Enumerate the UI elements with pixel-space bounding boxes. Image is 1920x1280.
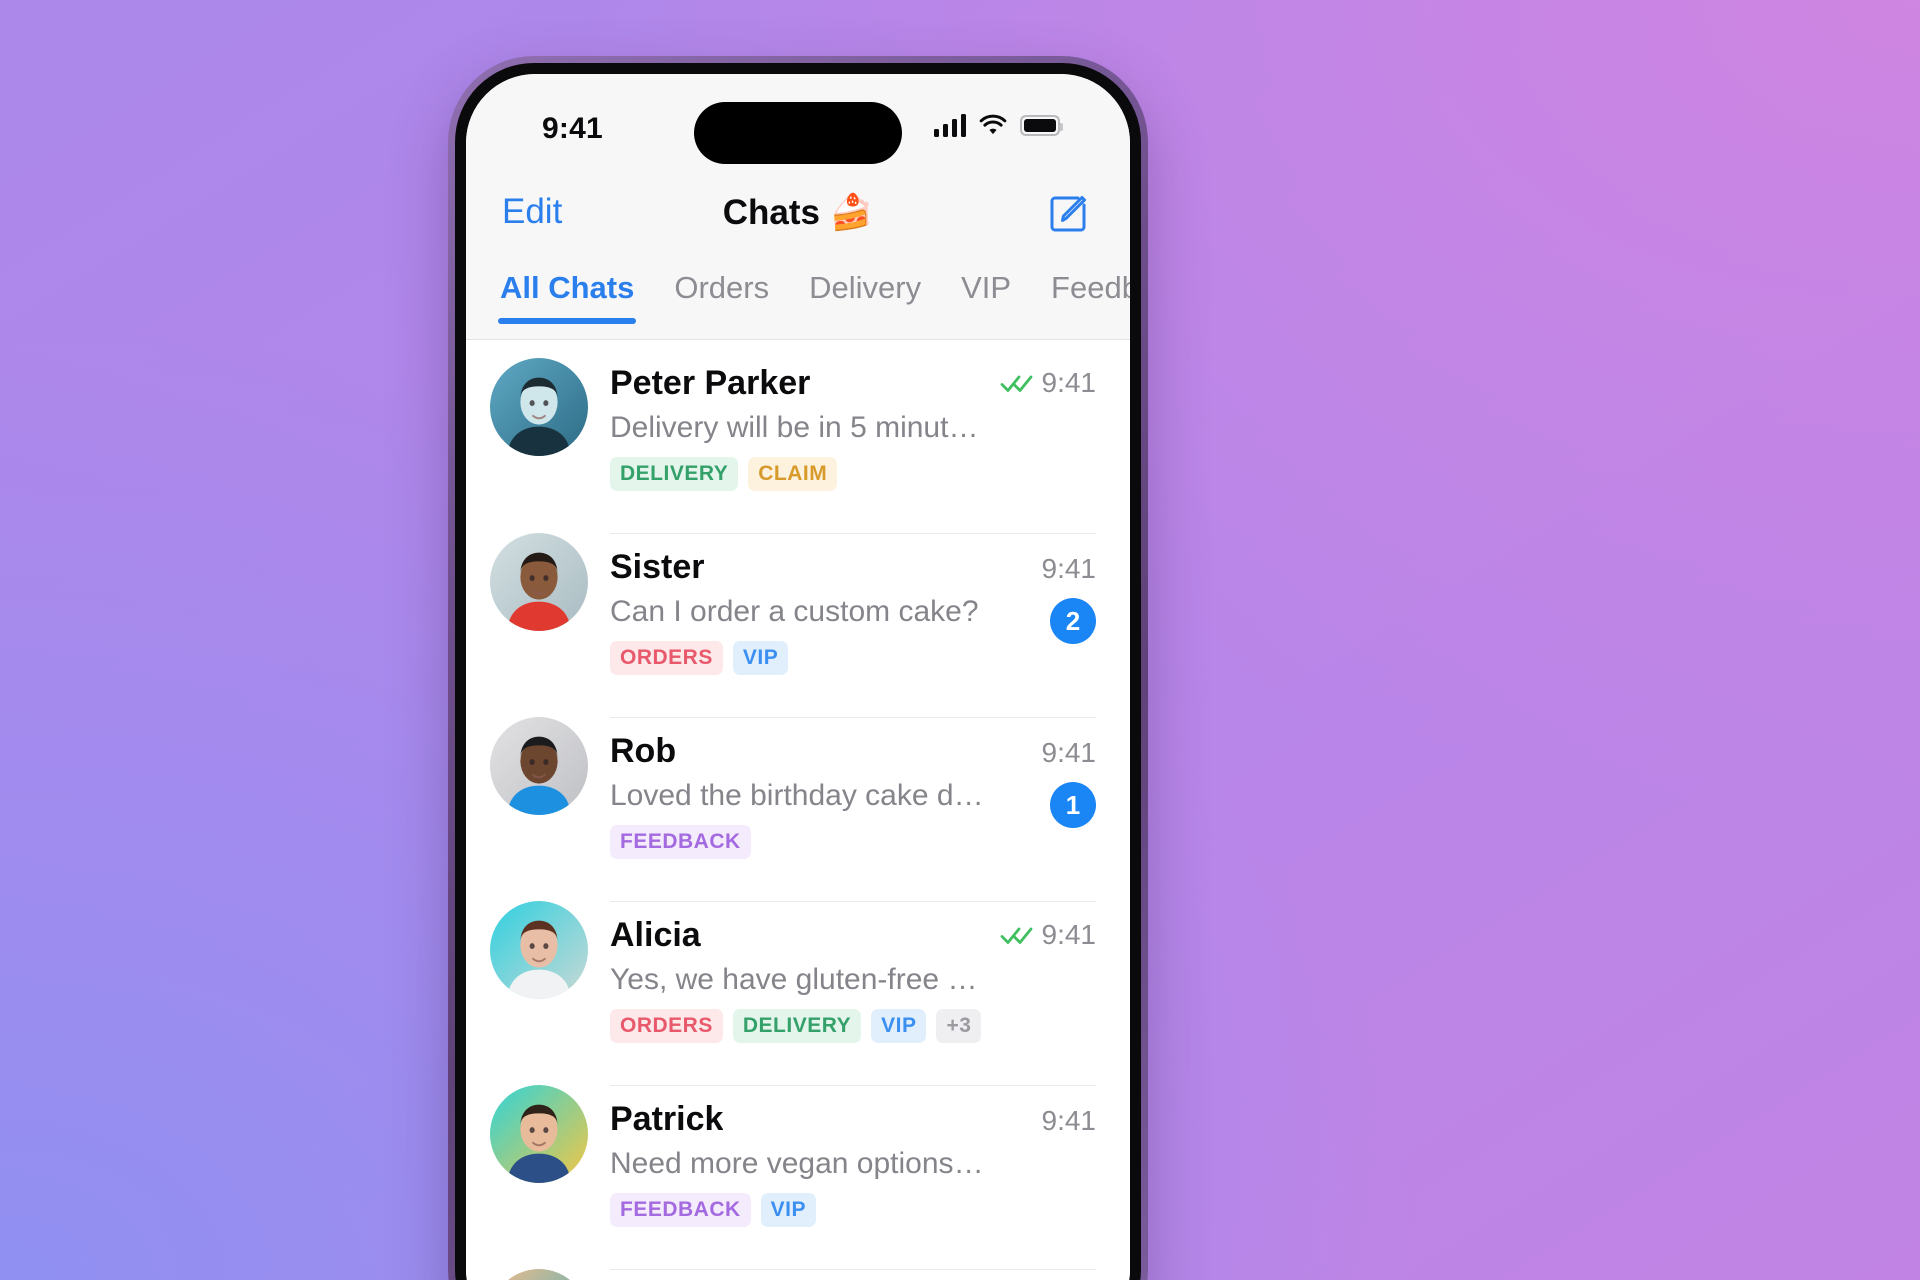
chat-meta: 9:41 [1000, 367, 1097, 399]
edit-button[interactable]: Edit [502, 192, 562, 232]
chat-tag[interactable]: DELIVERY [610, 457, 739, 491]
status-bar-icons [933, 114, 1063, 137]
chat-timestamp: 9:41 [1041, 1105, 1097, 1136]
chat-filter-tabs[interactable]: All Chats Orders Delivery VIP Feedback E [466, 264, 1130, 340]
chat-tag[interactable]: ORDERS [610, 641, 723, 675]
avatar[interactable] [490, 533, 588, 631]
chat-name: Alicia [610, 916, 701, 954]
chat-tag[interactable]: FEEDBACK [610, 1193, 751, 1227]
chat-preview: Need more vegan options, please. [610, 1147, 1067, 1180]
chat-preview: Loved the birthday cake design! [610, 779, 1034, 812]
chat-list-item[interactable]: Patrick 9:41 Need more vegan options, pl… [466, 1067, 1130, 1251]
chat-meta: 9:41 [1042, 1105, 1097, 1137]
read-receipt-double-check-icon [1000, 375, 1032, 392]
chat-timestamp: 9:41 [1041, 553, 1097, 584]
chat-meta: 9:41 [1000, 919, 1097, 951]
chat-meta: 9:41 [1042, 553, 1097, 585]
chat-preview: Delivery will be in 5 minutes. [610, 411, 989, 444]
chat-name: Sister [610, 548, 705, 586]
chat-timestamp: 9:41 [1041, 367, 1097, 398]
avatar[interactable] [490, 1269, 588, 1280]
chat-timestamp: 9:41 [1041, 737, 1097, 768]
chat-tag[interactable]: VIP [760, 1193, 817, 1227]
chat-meta: 9:41 [1042, 737, 1097, 769]
chat-tag[interactable]: +3 [936, 1009, 982, 1043]
page-title: Chats 🍰 [722, 193, 874, 232]
chat-preview: Yes, we have gluten-free bread available… [610, 963, 1096, 996]
phone-bezel: 9:41 Edit Chats 🍰 All Chats Orders Deliv… [455, 63, 1141, 1280]
chat-tag-group: ORDERS DELIVERY VIP +3 [610, 1009, 1096, 1043]
chat-list-item[interactable]: Rob 9:41 Loved the birthday cake design!… [466, 699, 1130, 883]
chat-tag[interactable]: CLAIM [748, 457, 838, 491]
status-bar-clock: 9:41 [542, 112, 603, 145]
unread-badge: 1 [1050, 782, 1096, 828]
chat-tag-group: FEEDBACK [610, 825, 1096, 859]
navigation-bar: Edit Chats 🍰 [466, 172, 1130, 264]
signal-bars-icon [933, 114, 966, 137]
status-bar: 9:41 [466, 74, 1130, 172]
wallpaper-backdrop: 9:41 Edit Chats 🍰 All Chats Orders Deliv… [0, 0, 1920, 1280]
tab-all-chats[interactable]: All Chats [498, 264, 637, 324]
unread-badge: 2 [1050, 598, 1096, 644]
chat-list-item[interactable]: Alicia 9:41 Yes, we have gluten-free bre… [466, 883, 1130, 1067]
tab-vip[interactable]: VIP [959, 264, 1013, 306]
chat-tag-group: ORDERS VIP [610, 641, 1096, 675]
chat-tag-group: FEEDBACK VIP [610, 1193, 1096, 1227]
tab-feedback[interactable]: Feedback [1049, 264, 1130, 306]
chat-name: Rob [610, 732, 677, 770]
compose-square-pencil-icon[interactable] [1046, 192, 1090, 236]
chat-tag[interactable]: DELIVERY [732, 1009, 862, 1043]
chat-preview: Can I order a custom cake? [610, 595, 979, 628]
tab-delivery[interactable]: Delivery [807, 264, 923, 306]
avatar[interactable] [490, 717, 588, 815]
chat-name: Peter Parker [610, 364, 811, 402]
chat-list[interactable]: Peter Parker 9:41 Delivery will be in 5 … [466, 340, 1130, 1280]
chat-name: Patrick [610, 1100, 724, 1138]
chat-list-item[interactable]: Jessica 9:41 Nice, got it. [466, 1251, 1130, 1280]
dynamic-island [694, 102, 902, 164]
chat-timestamp: 9:41 [1041, 919, 1097, 950]
avatar[interactable] [490, 1085, 588, 1183]
wifi-icon [979, 114, 1007, 135]
chat-list-item[interactable]: Peter Parker 9:41 Delivery will be in 5 … [466, 340, 1130, 515]
phone-screen: 9:41 Edit Chats 🍰 All Chats Orders Deliv… [466, 74, 1130, 1280]
chat-tag[interactable]: VIP [732, 641, 789, 675]
chat-list-item[interactable]: Sister 9:41 Can I order a custom cake? O… [466, 515, 1130, 699]
avatar[interactable] [490, 358, 588, 456]
avatar[interactable] [490, 901, 588, 999]
chat-tag[interactable]: VIP [871, 1009, 927, 1043]
battery-full-icon [1020, 115, 1063, 136]
chat-tag[interactable]: ORDERS [610, 1009, 723, 1043]
chat-tag[interactable]: FEEDBACK [610, 825, 751, 859]
read-receipt-double-check-icon [1000, 927, 1032, 944]
chat-tag-group: DELIVERY CLAIM [610, 457, 1096, 491]
phone-device-frame: 9:41 Edit Chats 🍰 All Chats Orders Deliv… [448, 56, 1148, 1280]
tab-orders[interactable]: Orders [672, 264, 771, 306]
